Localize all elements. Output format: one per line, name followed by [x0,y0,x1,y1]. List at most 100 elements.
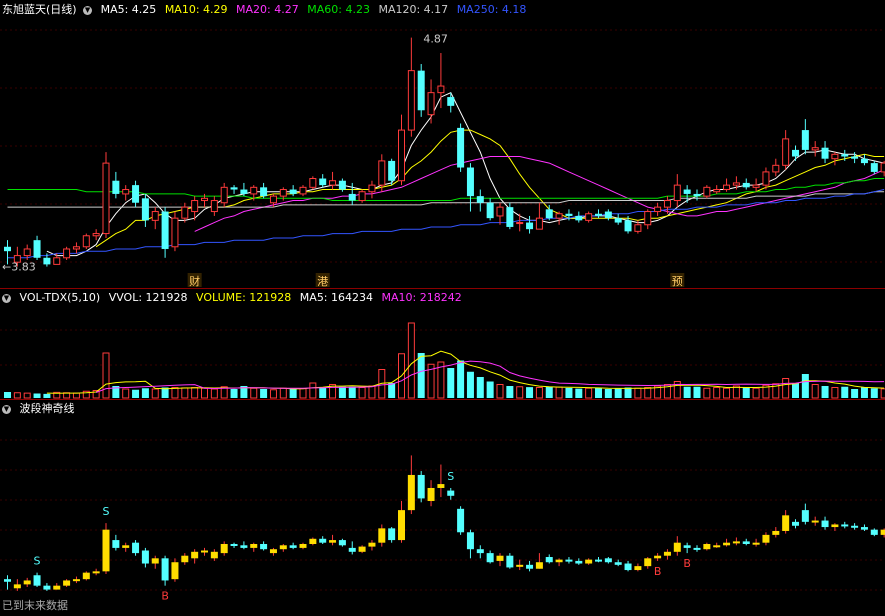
sell-signal: S [447,470,454,483]
volume-bar-up [122,388,130,399]
settings-icon[interactable]: ▼ [83,5,93,15]
volume-bar-down [338,386,346,398]
stock-title[interactable]: 东旭蓝天(日线) [2,3,77,16]
candle-body-down [230,187,238,190]
candle-body-down [742,182,750,188]
wave-bar-up [654,555,662,559]
volume-bar-down [230,389,238,398]
volume-bar-up [250,387,258,399]
candle-body-up [122,189,130,195]
wave-bar-down [841,524,849,527]
candle-body-down [466,167,474,197]
event-marker: 预 [672,275,683,288]
volume-bar-up [23,392,31,399]
volume-bar-up [368,385,376,399]
candle-body-up [654,206,662,213]
volume-bar-up [535,387,543,399]
candle-body-up [151,211,159,221]
wave-bar-up [673,542,681,552]
candle-body-up [329,180,337,186]
candle-body-up [358,191,366,202]
candle-body-down [595,213,602,216]
ma10-value: MA10: 4.29 [164,3,228,16]
stock-chart[interactable]: 4.87 ←3.83 财 港 预 S S S B B B [0,0,885,616]
wave-bar-down [388,528,396,541]
volume-bar-up [407,322,415,399]
volume-bar-down [466,371,474,398]
candle-body-up [437,85,445,94]
candle-body-down [33,240,41,258]
volume-bar-up [13,392,21,399]
volume-bar-down [792,383,799,398]
wave-bar-up [171,562,179,580]
high-price-marker: 4.87 [423,33,448,46]
candle-body-up [378,160,386,186]
event-marker: 港 [317,275,328,288]
volume-bar-down [604,389,612,398]
ma20-value: MA20: 4.27 [236,3,299,16]
wave-bar-up [279,545,287,550]
volume-bar-up [358,387,366,399]
wave-bar-up [191,551,199,559]
volume-header: ▼ VOL-TDX(5,10) VVOL: 121928 VOLUME: 121… [2,290,467,306]
wave-bar-up [772,530,780,535]
candle-body-down [792,149,799,157]
wave-bar-down [457,508,465,533]
wave-bar-down [289,545,297,548]
candle-body-up [269,195,277,204]
wave-bar-down [447,490,455,496]
wave-bar-up [407,474,415,511]
candle-body-down [526,222,534,230]
volume-ma5-value: MA5: 164234 [299,291,374,304]
candle-body-down [319,178,327,186]
candle-body-up [72,246,80,250]
wave-bar-up [496,555,504,561]
volume-bar-down [545,386,553,398]
volume-settings-icon[interactable]: ▼ [2,293,11,303]
wave-settings-icon[interactable]: ▼ [2,404,11,414]
vvol-value: VVOL: 121928 [108,291,188,304]
volume-bar-down [841,386,849,398]
candle-body-up [368,184,376,193]
candle-body-down [575,215,583,221]
wave-bar-up [555,559,563,563]
wave-bar-up [516,564,524,567]
future-data-label: 已到末来数据 [2,599,68,612]
wave-bar-up [811,520,819,523]
wave-bar-down [4,579,11,582]
wave-bar-up [713,545,721,548]
wave-bar-down [506,555,514,568]
candle-body-up [644,211,652,226]
wave-indicator-name[interactable]: 波段神奇线 [20,402,75,415]
volume-indicator-name[interactable]: VOL-TDX(5,10) [20,291,101,304]
candle-body-down [141,198,149,221]
volume-bar-up [191,387,199,399]
candle-body-up [496,206,504,217]
wave-bar-down [417,474,425,499]
wave-bar-up [358,546,366,552]
wave-bar-up [151,558,159,564]
volume-bar-down [43,393,51,398]
candle-body-down [240,189,248,194]
wave-bar-up [427,487,435,502]
candle-body-down [870,163,878,172]
candle-body-up [713,189,721,193]
candle-body-down [417,70,425,111]
price-header: 东旭蓝天(日线) ▼ MA5: 4.25 MA10: 4.29 MA20: 4.… [2,2,531,18]
volume-value: VOLUME: 121928 [196,291,292,304]
buy-signal: B [161,590,169,603]
candle-body-down [801,130,809,150]
candle-body-down [860,158,868,164]
wave-bar-up [181,555,189,563]
candle-body-down [624,220,632,232]
wave-bar-up [220,543,228,554]
volume-bar-up [181,387,189,399]
candle-body-down [43,257,51,265]
volume-bar-down [801,374,809,398]
volume-bar-down [575,388,583,398]
candle-body-down [683,189,691,194]
volume-bar-down [624,387,632,398]
candle-body-up [220,186,228,204]
wave-bar-up [329,540,337,543]
candle-body-down [841,154,849,157]
